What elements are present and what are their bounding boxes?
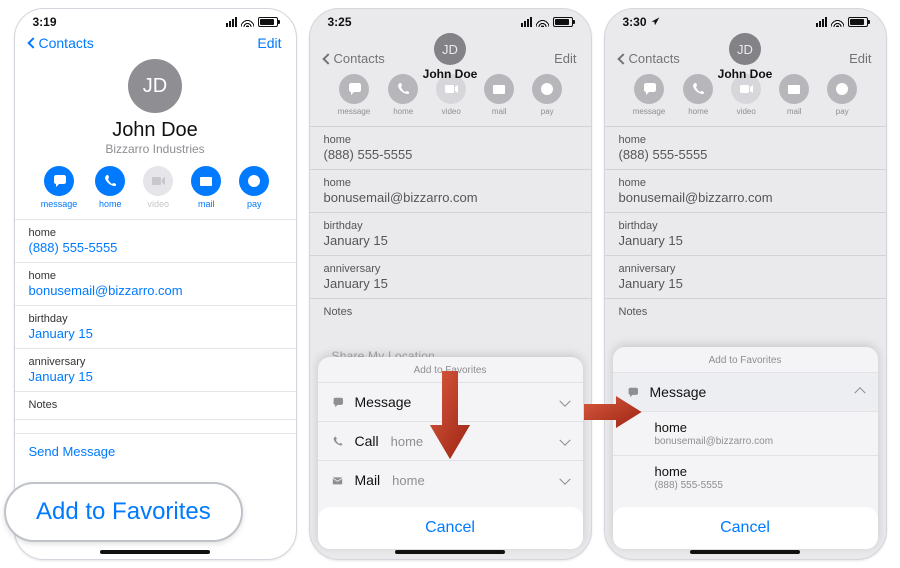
option-mail[interactable]: Mail home <box>318 460 583 499</box>
option-message-expanded[interactable]: Message <box>613 372 878 411</box>
chevron-down-icon <box>559 435 570 446</box>
cancel-button[interactable]: Cancel <box>613 507 878 549</box>
home-indicator[interactable] <box>690 550 800 554</box>
nav-bar: Contacts Edit <box>15 29 296 55</box>
contact-name: John Doe <box>15 119 296 142</box>
field-anniversary[interactable]: anniversaryJanuary 15 <box>15 348 296 391</box>
clock: 3:25 <box>328 15 352 29</box>
pay-icon <box>540 82 554 96</box>
field-birthday: birthdayJanuary 15 <box>605 212 886 255</box>
contact-name: John Doe <box>310 67 591 81</box>
avatar: JD <box>128 59 182 113</box>
contact-name: John Doe <box>605 67 886 81</box>
home-indicator[interactable] <box>395 550 505 554</box>
screen-1-contact-card: 3:19 Contacts Edit JD John Doe Bizzarro … <box>14 8 297 560</box>
status-bar: 3:19 <box>15 9 296 29</box>
message-icon <box>347 82 361 96</box>
chevron-up-icon <box>854 387 865 398</box>
message-icon <box>52 174 66 188</box>
phone-icon <box>691 82 705 96</box>
wifi-icon <box>241 17 254 27</box>
phone-icon <box>332 436 343 447</box>
battery-icon <box>553 17 573 27</box>
wifi-icon <box>536 17 549 27</box>
tutorial-arrow-down-icon <box>418 371 482 461</box>
status-bar: 3:30 <box>605 9 886 29</box>
clock: 3:30 <box>623 15 660 29</box>
field-email[interactable]: homebonusemail@bizzarro.com <box>15 262 296 305</box>
callout-add-to-favorites: Add to Favorites <box>4 482 243 542</box>
phone-icon <box>396 82 410 96</box>
sheet-title: Add to Favorites <box>613 347 878 372</box>
chevron-left-icon <box>322 53 333 64</box>
action-pay[interactable]: pay <box>239 166 269 209</box>
cellular-icon <box>226 17 237 27</box>
field-anniversary: anniversaryJanuary 15 <box>605 255 886 298</box>
battery-icon <box>848 17 868 27</box>
message-icon <box>642 82 656 96</box>
mail-icon <box>492 82 506 96</box>
cellular-icon <box>816 17 827 27</box>
message-icon <box>332 397 343 408</box>
back-button[interactable]: Contacts <box>324 51 385 66</box>
edit-button[interactable]: Edit <box>257 35 281 51</box>
back-button[interactable]: Contacts <box>29 35 94 51</box>
chevron-down-icon <box>559 396 570 407</box>
wifi-icon <box>831 17 844 27</box>
pay-icon <box>835 82 849 96</box>
chevron-left-icon <box>27 37 38 48</box>
home-indicator[interactable] <box>100 550 210 554</box>
location-icon <box>650 16 660 26</box>
field-notes[interactable]: Notes <box>15 391 296 419</box>
option-message-phone[interactable]: home (888) 555-5555 <box>613 455 878 499</box>
video-icon <box>444 82 458 96</box>
status-bar: 3:25 <box>310 9 591 29</box>
field-birthday[interactable]: birthdayJanuary 15 <box>15 305 296 348</box>
field-email: homebonusemail@bizzarro.com <box>310 169 591 212</box>
edit-button[interactable]: Edit <box>849 51 871 66</box>
field-phone[interactable]: home(888) 555-5555 <box>15 219 296 262</box>
action-row: message home video mail pay <box>15 166 296 209</box>
mail-icon <box>199 174 213 188</box>
field-email: homebonusemail@bizzarro.com <box>605 169 886 212</box>
screen-3-message-expanded: 3:30 JD John Doe Contacts Edit message h… <box>604 8 887 560</box>
field-notes: Notes <box>310 298 591 325</box>
cancel-button[interactable]: Cancel <box>318 507 583 549</box>
cellular-icon <box>521 17 532 27</box>
field-birthday: birthdayJanuary 15 <box>310 212 591 255</box>
screen-2-favorites-sheet: 3:25 JD John Doe Contacts Edit message h… <box>309 8 592 560</box>
battery-icon <box>258 17 278 27</box>
action-message[interactable]: message <box>41 166 78 209</box>
field-phone: home(888) 555-5555 <box>310 126 591 169</box>
action-call[interactable]: home <box>95 166 125 209</box>
back-button[interactable]: Contacts <box>619 51 680 66</box>
field-anniversary: anniversaryJanuary 15 <box>310 255 591 298</box>
tutorial-arrow-right-icon <box>584 388 644 438</box>
clock: 3:19 <box>33 15 57 29</box>
pay-icon <box>247 174 261 188</box>
video-icon <box>151 174 165 188</box>
action-mail[interactable]: mail <box>191 166 221 209</box>
mail-icon <box>787 82 801 96</box>
video-icon <box>739 82 753 96</box>
field-notes: Notes <box>605 298 886 325</box>
favorites-action-sheet: Add to Favorites Message home bonusemail… <box>613 347 878 549</box>
edit-button[interactable]: Edit <box>554 51 576 66</box>
mail-icon <box>332 475 343 486</box>
chevron-left-icon <box>617 53 628 64</box>
chevron-down-icon <box>559 474 570 485</box>
field-phone: home(888) 555-5555 <box>605 126 886 169</box>
option-message-email[interactable]: home bonusemail@bizzarro.com <box>613 411 878 455</box>
action-video: video <box>143 166 173 209</box>
phone-icon <box>103 174 117 188</box>
send-message-link[interactable]: Send Message <box>15 433 296 469</box>
contact-company: Bizzarro Industries <box>15 142 296 156</box>
